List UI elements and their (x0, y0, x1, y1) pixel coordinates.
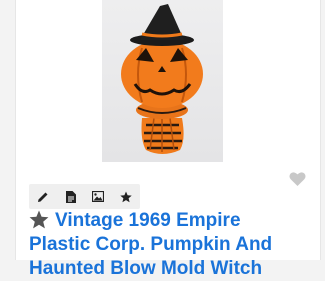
star-icon (120, 191, 132, 202)
edit-button[interactable] (29, 184, 57, 209)
star-icon[interactable] (29, 210, 49, 229)
pumpkin-blow-mold-image (121, 4, 203, 154)
document-icon (65, 190, 76, 203)
pencil-icon (37, 192, 48, 202)
listing-title-line2[interactable]: Plastic Corp. Pumpkin And (29, 234, 272, 255)
listing-title-line1[interactable]: Vintage 1969 Empire (55, 210, 241, 231)
listing-title[interactable]: Vintage 1969 Empire Plastic Corp. Pumpki… (29, 209, 319, 281)
image-button[interactable] (85, 184, 113, 209)
image-icon (92, 191, 105, 202)
star-button[interactable] (112, 184, 140, 209)
document-button[interactable] (57, 184, 85, 209)
favorite-button[interactable] (289, 171, 306, 187)
listing-photo[interactable] (102, 0, 223, 162)
listing-toolbar (29, 184, 140, 209)
heart-icon (289, 172, 306, 186)
listing-title-line3[interactable]: Haunted Blow Mold Witch (29, 258, 262, 279)
